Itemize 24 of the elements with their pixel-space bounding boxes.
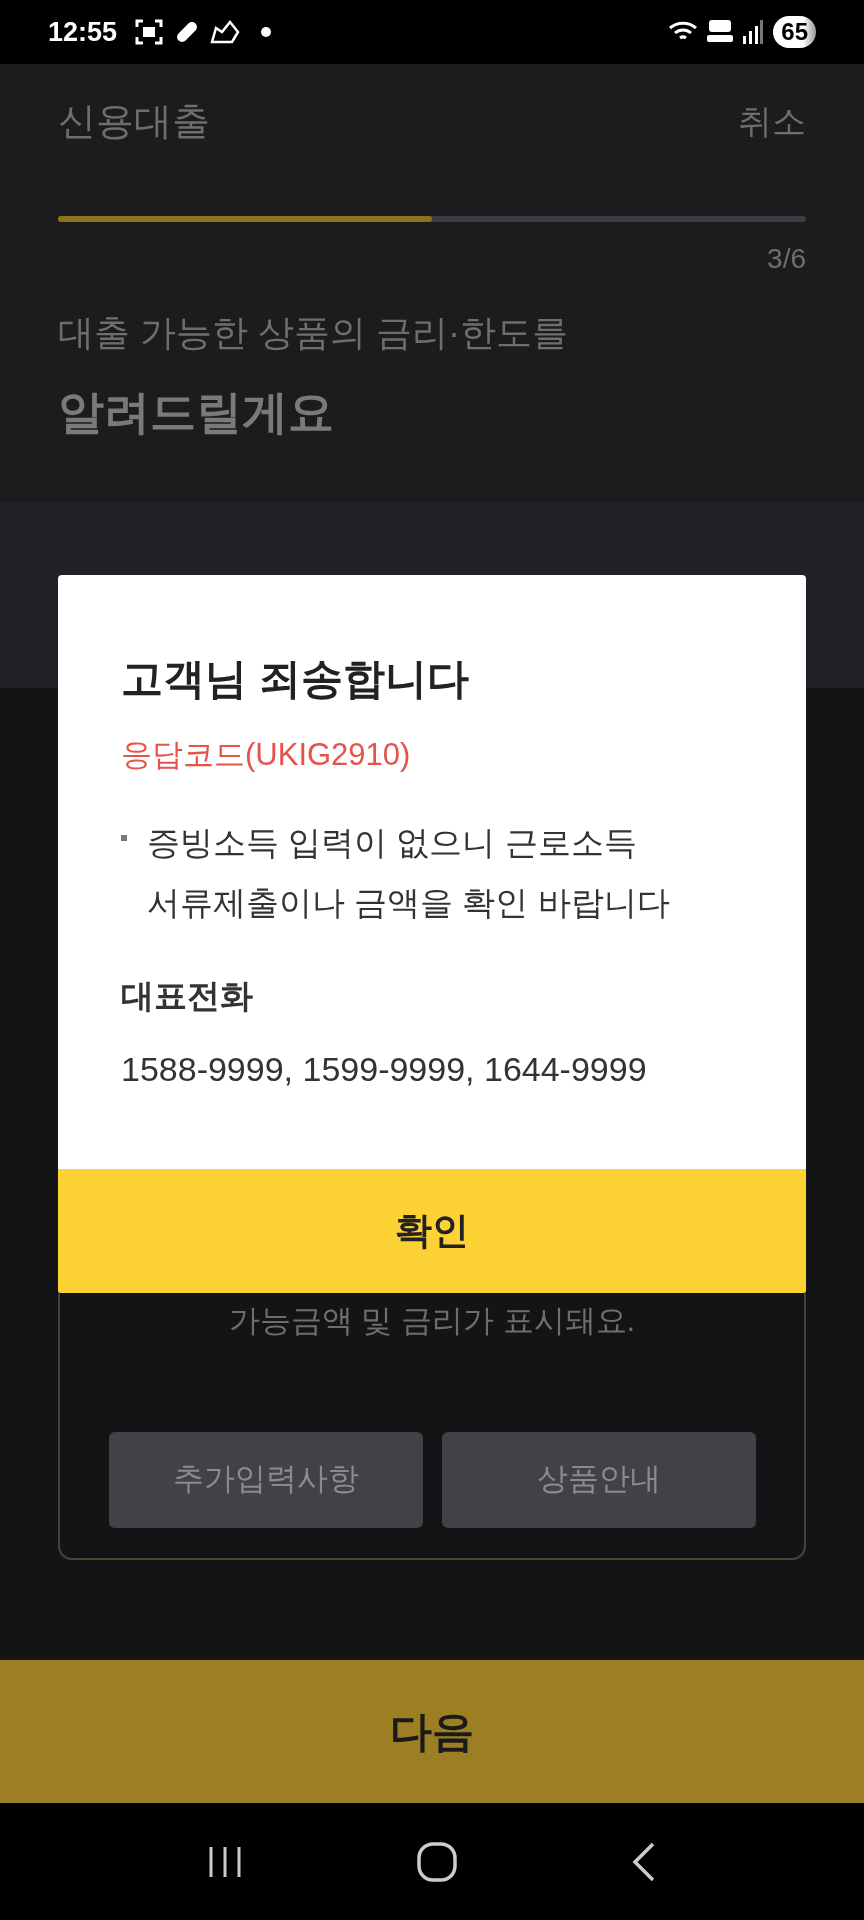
signal-icon xyxy=(743,20,764,44)
card-button[interactable]: 상품안내 xyxy=(441,1431,756,1528)
next-button[interactable]: 다음 xyxy=(0,1660,864,1803)
step-counter: 3/6 xyxy=(767,242,806,276)
cancel-button[interactable]: 취소 xyxy=(738,96,806,147)
page-title: 신용대출 xyxy=(58,99,210,144)
card-text: 가능금액 및 금리가 표시돼요. xyxy=(228,1302,636,1340)
dialog-message: 증빙소득 입력이 없으니 근로소득 서류제출이나 금액을 확인 바랍니다 xyxy=(147,822,670,923)
battery-indicator: 65 xyxy=(773,16,816,48)
dot-icon xyxy=(261,27,272,37)
dialog-title: 고객님 죄송합니다 xyxy=(121,654,470,704)
heading-line: 대출 가능한 상품의 금리·한도를 xyxy=(58,311,569,355)
heading-bold-line: 알려드릴게요 xyxy=(58,385,335,440)
phone-numbers: 1588-9999, 1599-9999, 1644-9999 xyxy=(121,1049,648,1090)
response-code: 응답코드(UKIG2910) xyxy=(121,736,412,774)
screenshot-icon xyxy=(135,19,164,45)
status-time: 12:55 xyxy=(48,15,118,49)
back-icon[interactable] xyxy=(631,1841,657,1882)
recent-apps-icon[interactable] xyxy=(207,1844,243,1879)
phone-label: 대표전화 xyxy=(121,975,254,1016)
confirm-button[interactable]: 확인 xyxy=(58,1169,806,1293)
home-icon[interactable] xyxy=(417,1841,457,1882)
card-button[interactable]: 추가입력사항 xyxy=(108,1431,423,1528)
bullet-icon xyxy=(121,834,127,841)
